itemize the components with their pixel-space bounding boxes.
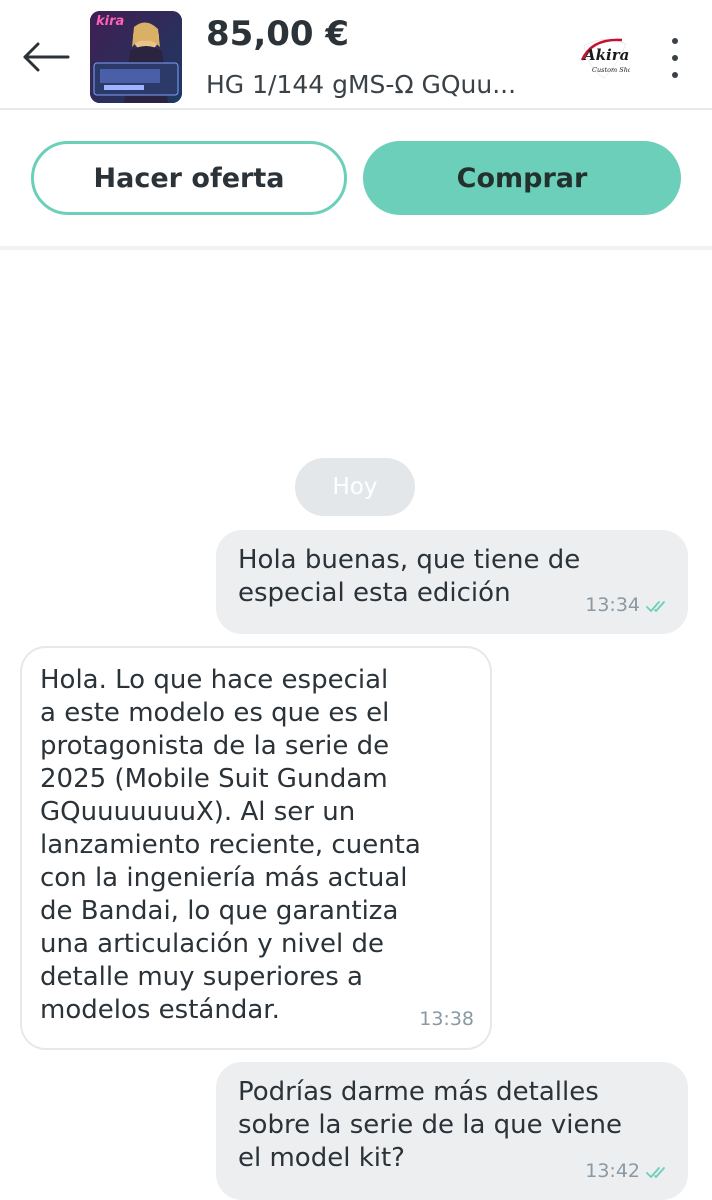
thumbnail-brand-text: kira [96,14,124,29]
message-text: Hola. Lo que hace especial a este modelo… [40,665,421,1025]
double-check-icon [646,600,665,612]
message-time: 13:42 [585,1160,640,1182]
kebab-menu-icon-dot [672,72,678,78]
message-meta: 13:38 [419,1003,474,1036]
message-incoming[interactable]: Hola. Lo que hace especial a este modelo… [20,646,492,1050]
message-outgoing[interactable]: Podrías darme más detalles sobre la seri… [216,1062,688,1200]
product-price: 85,00 € [206,14,350,54]
double-check-icon [646,1166,665,1178]
make-offer-button[interactable]: Hacer oferta [31,141,347,215]
buy-button[interactable]: Comprar [363,141,681,215]
message-outgoing[interactable]: Hola buenas, que tiene de especial esta … [216,530,688,634]
product-thumbnail[interactable]: kira [90,11,182,103]
message-meta: 13:34 [585,589,672,622]
product-title[interactable]: HG 1/144 gMS-Ω GQuu... [206,70,556,99]
arrow-left-icon [23,42,70,72]
kebab-menu-icon [672,38,678,44]
message-meta: 13:42 [585,1155,672,1188]
more-options-button[interactable] [660,34,690,82]
message-time: 13:34 [585,594,640,616]
seller-logo-subtext: Custom Shop [592,66,630,74]
message-time: 13:38 [419,1008,474,1030]
back-button[interactable] [20,34,72,80]
seller-logo[interactable]: Akira Custom Shop [578,34,637,82]
product-image: kira [90,11,182,103]
kebab-menu-icon-dot [672,55,678,61]
chat-thread[interactable]: Hoy Hola buenas, que tiene de especial e… [0,250,712,1200]
date-separator: Hoy [295,458,415,516]
chat-header: kira 85,00 € HG 1/144 gMS-Ω GQuu... Akir… [0,0,712,110]
action-bar: Hacer oferta Comprar [0,110,712,250]
seller-logo-text: Akira [582,46,629,64]
